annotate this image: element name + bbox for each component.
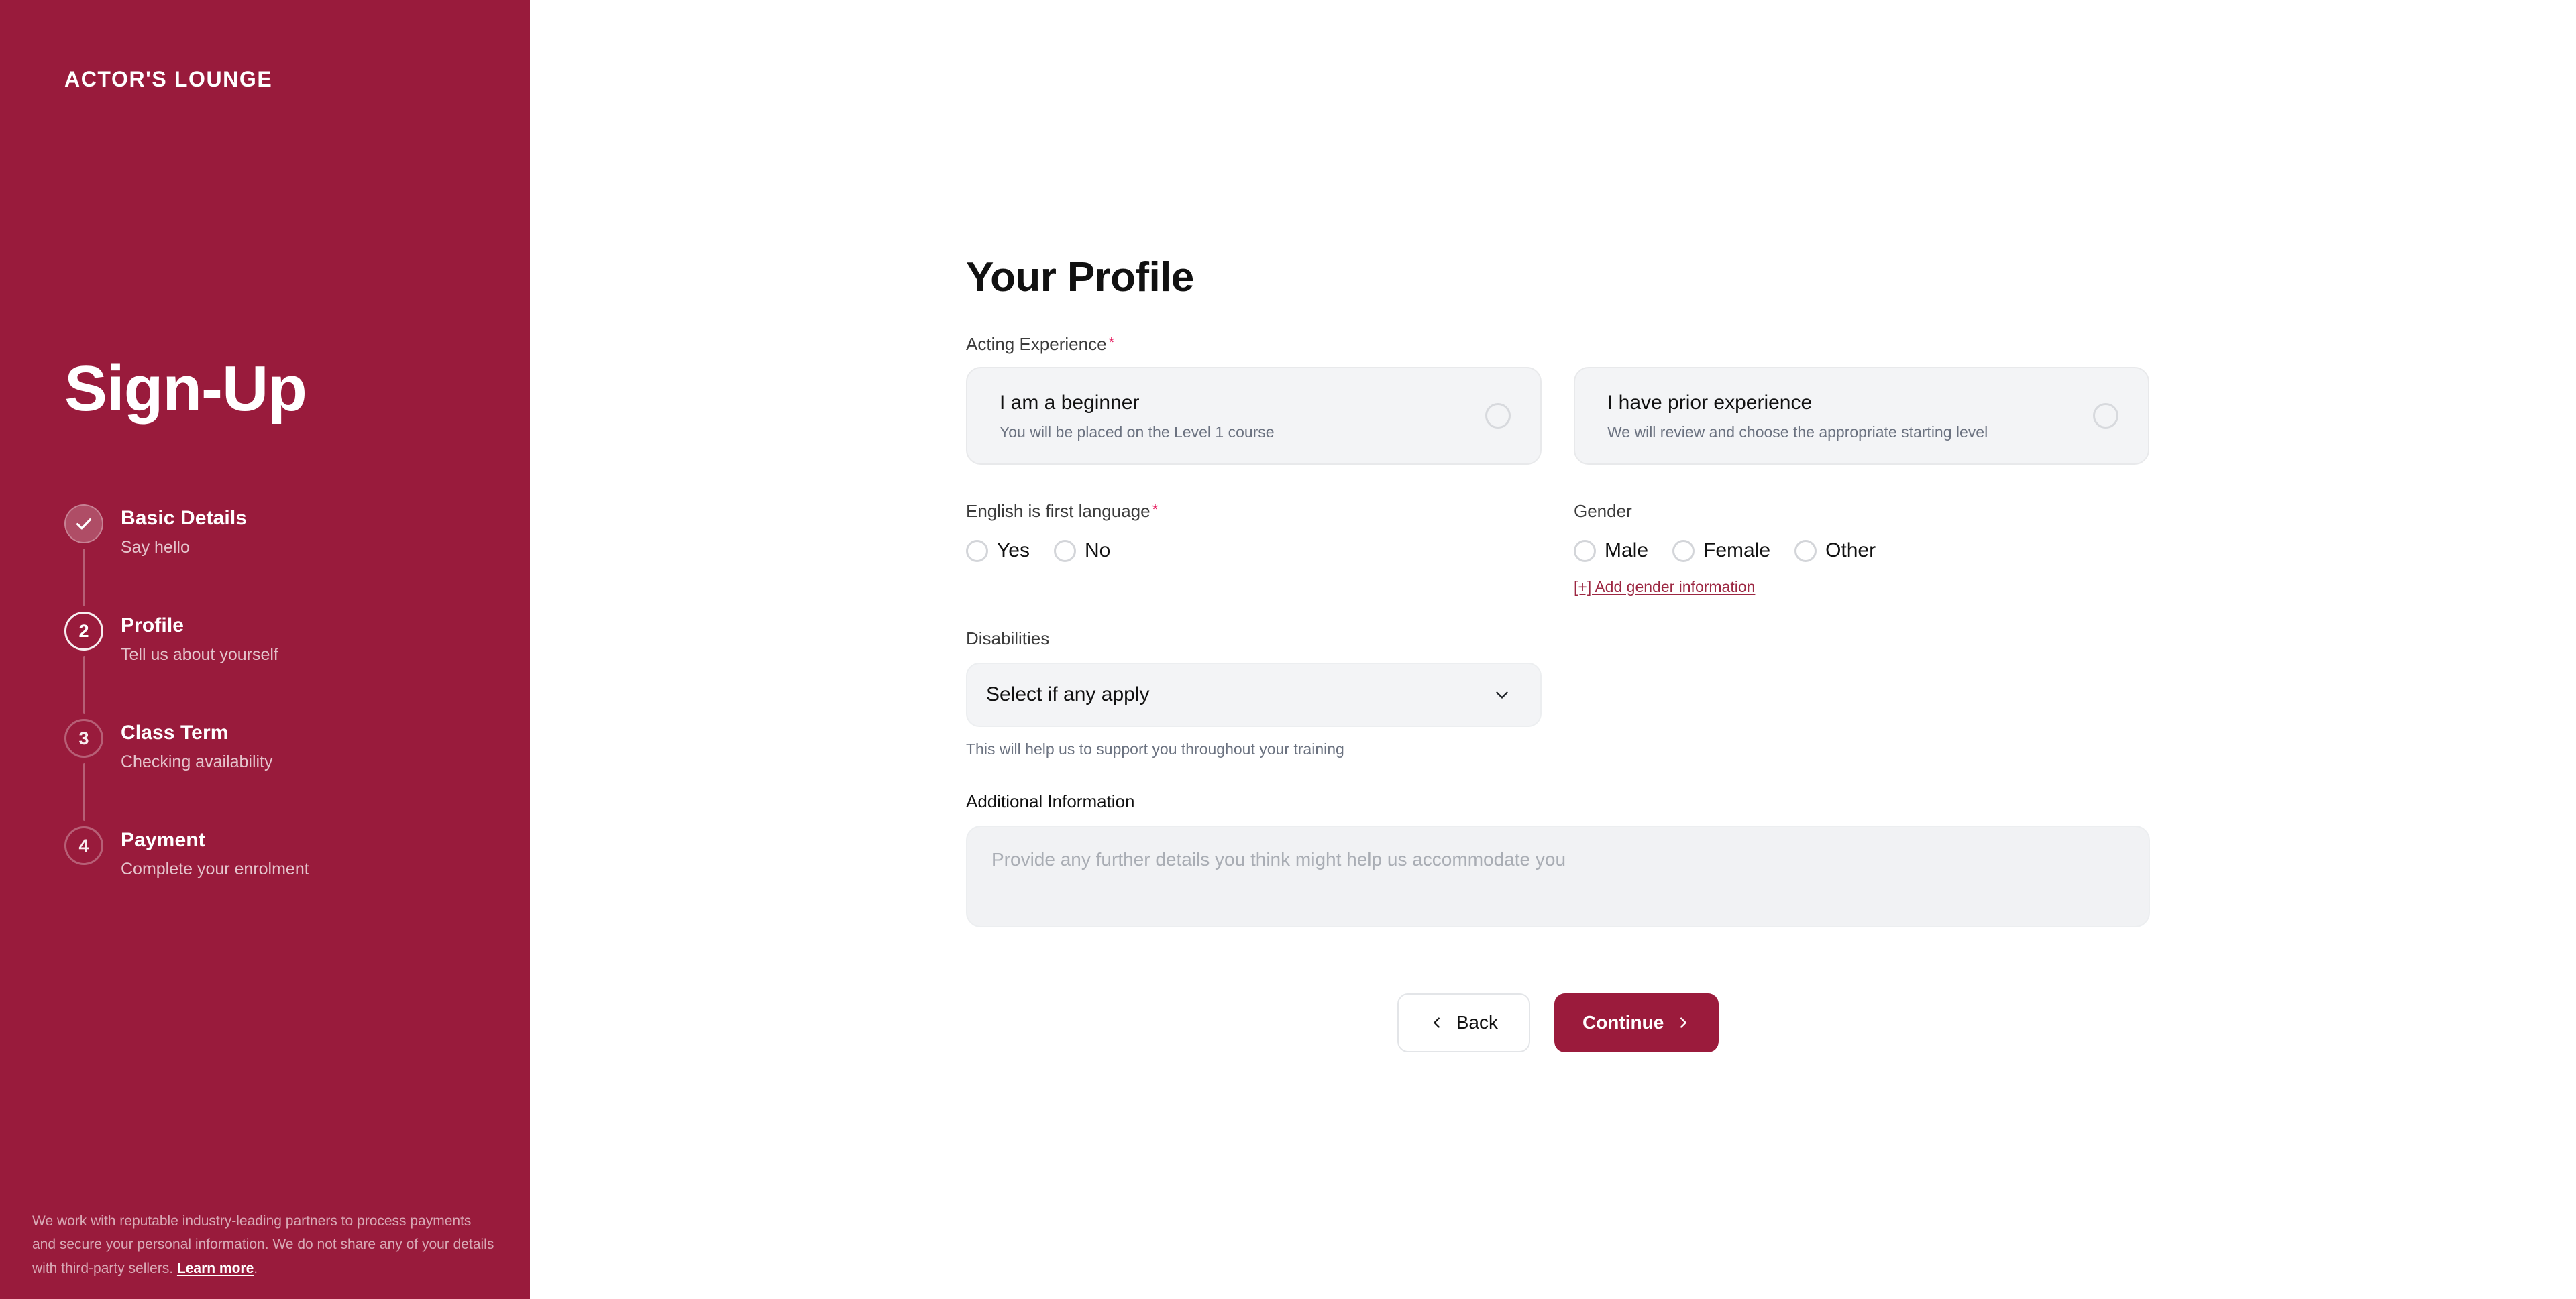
english-first-language-label: English is first language * xyxy=(966,501,1542,522)
check-icon xyxy=(76,518,91,530)
chevron-left-icon xyxy=(1433,1017,1440,1028)
step-text: Payment Complete your enrolment xyxy=(121,826,309,880)
learn-more-link[interactable]: Learn more xyxy=(177,1261,254,1276)
radio-label-yes: Yes xyxy=(997,539,1030,562)
required-marker: * xyxy=(1152,501,1159,518)
experience-option-beginner-col: I am a beginner You will be placed on th… xyxy=(966,355,1542,465)
language-gender-row: English is first language * Yes No Gende… xyxy=(966,501,2150,596)
option-title: I have prior experience xyxy=(1607,391,1813,414)
acting-experience-label-text: Acting Experience xyxy=(966,334,1107,355)
step-class-term[interactable]: 3 Class Term Checking availability xyxy=(64,719,480,826)
experience-option-prior[interactable]: I have prior experience We will review a… xyxy=(1574,367,2149,465)
form-actions: Back Continue xyxy=(966,993,2150,1053)
step-circle-active: 2 xyxy=(64,612,103,651)
step-text: Basic Details Say hello xyxy=(121,504,247,558)
acting-experience-options: I am a beginner You will be placed on th… xyxy=(966,355,2150,465)
required-marker: * xyxy=(1108,334,1115,351)
privacy-note-text: We work with reputable industry-leading … xyxy=(32,1213,494,1276)
profile-form: Your Profile Acting Experience * I am a b… xyxy=(966,254,2150,1053)
radio-option-male[interactable]: Male xyxy=(1574,539,1649,562)
step-title: Profile xyxy=(121,614,184,636)
english-first-language-section: English is first language * Yes No xyxy=(966,501,1542,596)
option-title: I am a beginner xyxy=(1000,391,1140,414)
step-text: Class Term Checking availability xyxy=(121,719,273,773)
disabilities-select-value: Select if any apply xyxy=(986,683,1150,706)
disabilities-helper-text: This will help us to support you through… xyxy=(966,740,1344,758)
step-subtitle: Say hello xyxy=(121,537,190,557)
step-circle-todo: 4 xyxy=(64,826,103,865)
gender-options: Male Female Other xyxy=(1574,539,2149,562)
page-title: Your Profile xyxy=(966,254,1194,300)
sidebar: ACTOR'S LOUNGE Sign-Up Basic Details Say… xyxy=(0,0,530,1299)
step-subtitle: Tell us about yourself xyxy=(121,644,278,664)
option-subtitle: You will be placed on the Level 1 course xyxy=(1000,423,1275,441)
continue-button[interactable]: Continue xyxy=(1554,993,1719,1053)
disabilities-section: Disabilities Select if any apply This wi… xyxy=(966,628,2150,759)
experience-option-prior-col: I have prior experience We will review a… xyxy=(1574,355,2149,465)
signup-page: ACTOR'S LOUNGE Sign-Up Basic Details Say… xyxy=(0,0,2576,1299)
step-profile[interactable]: 2 Profile Tell us about yourself xyxy=(64,612,480,719)
step-title: Payment xyxy=(121,829,205,851)
english-first-language-options: Yes No xyxy=(966,539,1542,562)
add-gender-information-link[interactable]: [+] Add gender information xyxy=(1574,578,1755,597)
step-marker-4: 4 xyxy=(64,826,103,865)
radio-label-male: Male xyxy=(1605,539,1649,562)
radio-label-other: Other xyxy=(1825,539,1876,562)
additional-information-input[interactable]: Provide any further details you think mi… xyxy=(966,826,2150,928)
chevron-right-icon xyxy=(1680,1017,1687,1028)
additional-information-section: Additional Information Provide any furth… xyxy=(966,791,2150,928)
additional-information-label: Additional Information xyxy=(966,791,1135,811)
radio-option-yes[interactable]: Yes xyxy=(966,539,1030,562)
progress-stepper: Basic Details Say hello 2 Profile Tell u… xyxy=(64,504,480,934)
radio-female[interactable] xyxy=(1672,539,1695,562)
experience-option-prior-text: I have prior experience We will review a… xyxy=(1607,390,1988,442)
brand-logo: ACTOR'S LOUNGE xyxy=(64,67,273,91)
page-heading-signup: Sign-Up xyxy=(64,353,307,425)
step-circle-todo: 3 xyxy=(64,719,103,758)
gender-section: Gender Male Female Other [+] Add gender … xyxy=(1574,501,2149,596)
step-subtitle: Complete your enrolment xyxy=(121,859,309,879)
additional-information-placeholder: Provide any further details you think mi… xyxy=(991,849,1566,870)
step-text: Profile Tell us about yourself xyxy=(121,612,278,665)
back-button-label: Back xyxy=(1456,1012,1498,1033)
radio-option-no[interactable]: No xyxy=(1053,539,1111,562)
step-circle-done xyxy=(64,504,103,543)
privacy-note-period: . xyxy=(254,1260,258,1276)
radio-yes[interactable] xyxy=(966,539,988,562)
step-connector xyxy=(83,656,85,714)
step-subtitle: Checking availability xyxy=(121,752,273,771)
disabilities-select[interactable]: Select if any apply xyxy=(966,663,1542,728)
radio-prior-experience[interactable] xyxy=(2093,403,2118,429)
step-connector xyxy=(83,763,85,821)
experience-option-beginner-text: I am a beginner You will be placed on th… xyxy=(1000,390,1275,442)
radio-option-female[interactable]: Female xyxy=(1672,539,1771,562)
radio-label-no: No xyxy=(1084,539,1111,562)
english-first-language-label-text: English is first language xyxy=(966,501,1150,522)
chevron-down-icon xyxy=(1496,691,1508,699)
radio-other[interactable] xyxy=(1794,539,1817,562)
step-title: Basic Details xyxy=(121,507,248,529)
radio-beginner[interactable] xyxy=(1485,403,1511,429)
step-marker-2: 2 xyxy=(64,612,103,714)
step-marker-1 xyxy=(64,504,103,606)
gender-label: Gender xyxy=(1574,501,1632,522)
main-content: Your Profile Acting Experience * I am a b… xyxy=(530,0,2576,1299)
step-marker-3: 3 xyxy=(64,719,103,821)
step-basic-details[interactable]: Basic Details Say hello xyxy=(64,504,480,612)
acting-experience-section: Acting Experience * I am a beginner You w… xyxy=(966,334,2150,465)
step-payment[interactable]: 4 Payment Complete your enrolment xyxy=(64,826,480,934)
continue-button-label: Continue xyxy=(1582,1012,1664,1033)
radio-male[interactable] xyxy=(1574,539,1596,562)
acting-experience-label: Acting Experience * xyxy=(966,334,2150,355)
radio-no[interactable] xyxy=(1053,539,1076,562)
privacy-note: We work with reputable industry-leading … xyxy=(32,1209,495,1280)
experience-option-beginner[interactable]: I am a beginner You will be placed on th… xyxy=(966,367,1542,465)
step-title: Class Term xyxy=(121,722,229,744)
step-connector xyxy=(83,549,85,606)
disabilities-label: Disabilities xyxy=(966,628,1050,649)
option-subtitle: We will review and choose the appropriat… xyxy=(1607,423,1988,441)
back-button[interactable]: Back xyxy=(1397,993,1530,1053)
radio-option-other[interactable]: Other xyxy=(1794,539,1876,562)
radio-label-female: Female xyxy=(1703,539,1771,562)
